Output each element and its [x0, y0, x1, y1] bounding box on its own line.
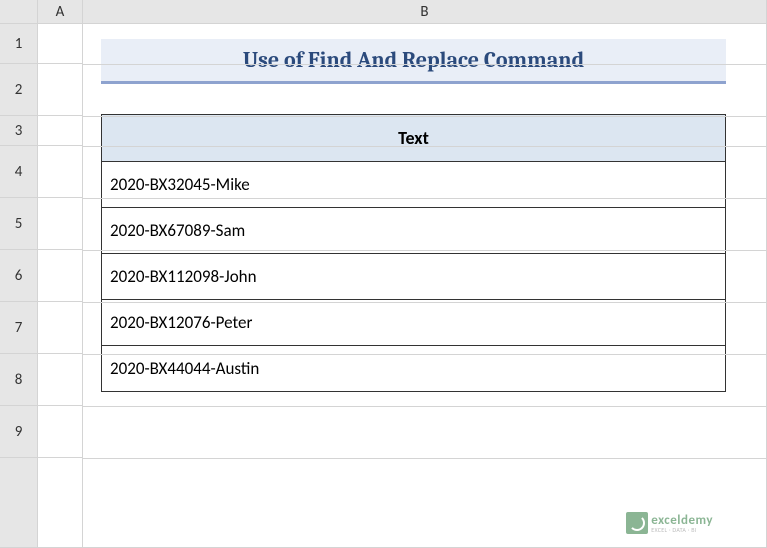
table-row[interactable]: 2020-BX67089-Sam: [102, 208, 726, 254]
text-cell[interactable]: 2020-BX12076-Peter: [102, 300, 726, 346]
table-row[interactable]: 2020-BX44044-Austin: [102, 346, 726, 392]
cell-a8[interactable]: [38, 354, 83, 406]
spreadsheet-grid: A B 1 Use of Find And Replace Command Te…: [0, 0, 767, 548]
cell-a6[interactable]: [38, 250, 83, 302]
column-header-a[interactable]: A: [38, 0, 83, 24]
page-title: Use of Find And Replace Command: [243, 47, 584, 73]
data-table: Text 2020-BX32045-Mike 2020-BX67089-Sam …: [101, 114, 726, 392]
cell-a4[interactable]: [38, 146, 83, 198]
cell-a3[interactable]: [38, 116, 83, 146]
cell-blank-b: [83, 458, 767, 548]
cell-a7[interactable]: [38, 302, 83, 354]
watermark: exceldemy EXCEL · DATA · BI: [626, 512, 713, 534]
exceldemy-logo-icon: [626, 512, 648, 534]
row-header-7[interactable]: 7: [0, 302, 38, 354]
title-box: Use of Find And Replace Command: [101, 39, 726, 84]
text-cell[interactable]: 2020-BX112098-John: [102, 254, 726, 300]
watermark-brand: exceldemy: [651, 514, 713, 527]
text-cell[interactable]: 2020-BX32045-Mike: [102, 162, 726, 208]
row-header-2[interactable]: 2: [0, 64, 38, 116]
cell-a9[interactable]: [38, 406, 83, 458]
cell-a5[interactable]: [38, 198, 83, 250]
table-row[interactable]: 2020-BX32045-Mike: [102, 162, 726, 208]
cell-blank: [38, 458, 83, 548]
cell-a2[interactable]: [38, 64, 83, 116]
table-row[interactable]: 2020-BX112098-John: [102, 254, 726, 300]
row-header-blank: [0, 458, 38, 548]
content-area: Use of Find And Replace Command Text 202…: [83, 24, 767, 458]
table-header-text[interactable]: Text: [102, 115, 726, 162]
text-cell[interactable]: 2020-BX67089-Sam: [102, 208, 726, 254]
text-cell[interactable]: 2020-BX44044-Austin: [102, 346, 726, 392]
select-all-corner[interactable]: [0, 0, 38, 24]
row-header-4[interactable]: 4: [0, 146, 38, 198]
row-header-9[interactable]: 9: [0, 406, 38, 458]
table-row[interactable]: 2020-BX12076-Peter: [102, 300, 726, 346]
row-header-1[interactable]: 1: [0, 24, 38, 64]
watermark-tagline: EXCEL · DATA · BI: [651, 527, 713, 533]
row-header-8[interactable]: 8: [0, 354, 38, 406]
cell-a1[interactable]: [38, 24, 83, 64]
row-header-6[interactable]: 6: [0, 250, 38, 302]
column-header-b[interactable]: B: [83, 0, 767, 24]
row-header-5[interactable]: 5: [0, 198, 38, 250]
row-header-3[interactable]: 3: [0, 116, 38, 146]
